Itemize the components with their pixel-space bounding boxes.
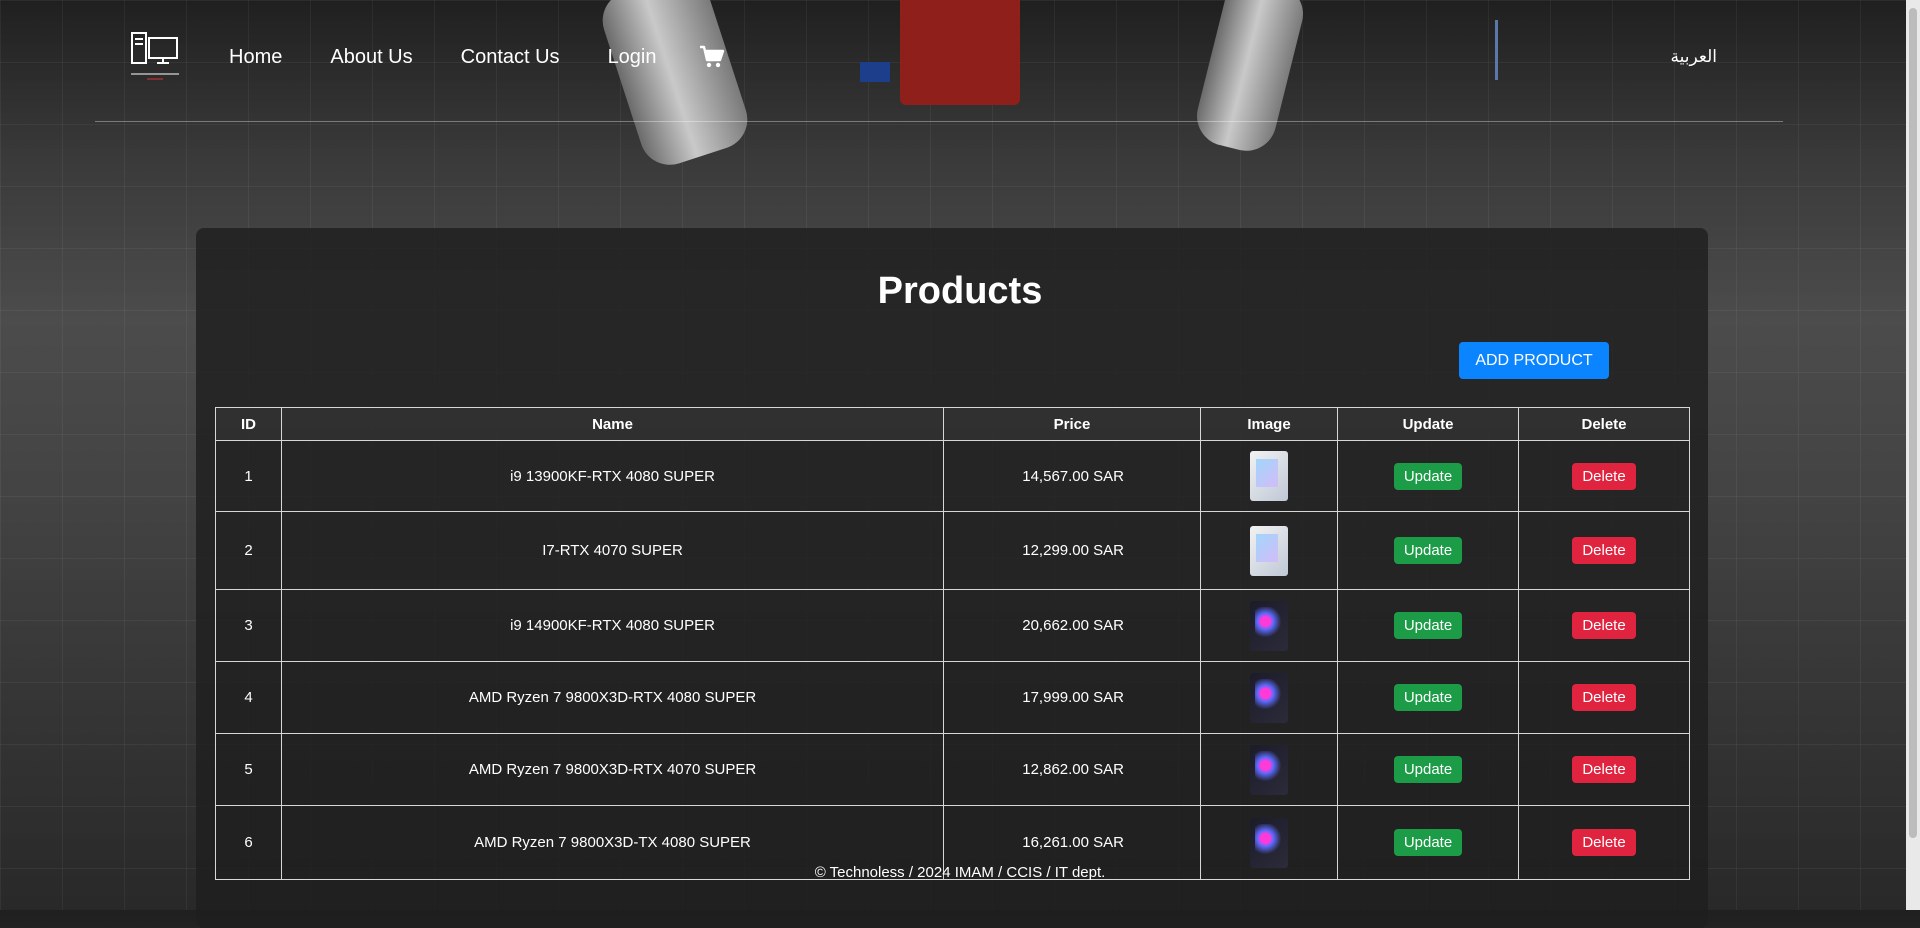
table-row: 2 I7-RTX 4070 SUPER 12,299.00 SAR Update…: [215, 511, 1690, 590]
header-delete: Delete: [1518, 407, 1690, 441]
cell-update: Update: [1337, 733, 1519, 806]
delete-button[interactable]: Delete: [1572, 462, 1636, 490]
main-nav: Home About Us Contact Us Login: [229, 46, 705, 69]
site-header: Home About Us Contact Us Login العربية: [95, 0, 1783, 122]
product-thumbnail[interactable]: [1250, 744, 1288, 795]
cell-name: i9 14900KF-RTX 4080 SUPER: [281, 589, 944, 662]
table-header-row: ID Name Price Image Update Delete: [215, 407, 1690, 441]
header-image: Image: [1200, 407, 1338, 441]
language-switch[interactable]: العربية: [1671, 47, 1717, 67]
update-button[interactable]: Update: [1393, 829, 1463, 856]
product-thumbnail[interactable]: [1250, 600, 1288, 651]
cell-id: 3: [215, 589, 282, 662]
table-row: 5 AMD Ryzen 7 9800X3D-RTX 4070 SUPER 12,…: [215, 733, 1690, 806]
cart-icon[interactable]: [699, 44, 725, 70]
page-scrollbar[interactable]: [1906, 0, 1920, 910]
computer-logo-icon: [131, 32, 179, 80]
add-product-button[interactable]: ADD PRODUCT: [1459, 342, 1609, 379]
cell-name: I7-RTX 4070 SUPER: [281, 511, 944, 590]
update-button[interactable]: Update: [1393, 462, 1463, 490]
cell-price: 12,862.00 SAR: [943, 733, 1201, 806]
cell-name: i9 13900KF-RTX 4080 SUPER: [281, 440, 944, 512]
cell-price: 14,567.00 SAR: [943, 440, 1201, 512]
product-thumbnail[interactable]: [1250, 525, 1288, 576]
cell-price: 17,999.00 SAR: [943, 661, 1201, 734]
header-name: Name: [281, 407, 944, 441]
delete-button[interactable]: Delete: [1572, 612, 1636, 639]
cell-price: 20,662.00 SAR: [943, 589, 1201, 662]
product-thumbnail[interactable]: [1250, 817, 1288, 868]
cell-image: [1200, 733, 1338, 806]
cell-image: [1200, 511, 1338, 590]
header-id: ID: [215, 407, 282, 441]
scrollbar-thumb[interactable]: [1909, 8, 1917, 838]
page-title: Products: [877, 270, 1043, 312]
cell-delete: Delete: [1518, 733, 1690, 806]
nav-about-us[interactable]: About Us: [330, 46, 412, 69]
update-button[interactable]: Update: [1393, 612, 1463, 639]
table-row: 3 i9 14900KF-RTX 4080 SUPER 20,662.00 SA…: [215, 589, 1690, 662]
delete-button[interactable]: Delete: [1572, 684, 1636, 711]
site-logo[interactable]: [129, 30, 181, 82]
product-thumbnail[interactable]: [1250, 672, 1288, 723]
cell-id: 5: [215, 733, 282, 806]
update-button[interactable]: Update: [1393, 756, 1463, 783]
cell-update: Update: [1337, 440, 1519, 512]
cell-id: 1: [215, 440, 282, 512]
cell-image: [1200, 589, 1338, 662]
table-row: 1 i9 13900KF-RTX 4080 SUPER 14,567.00 SA…: [215, 440, 1690, 512]
cell-delete: Delete: [1518, 589, 1690, 662]
product-thumbnail[interactable]: [1250, 451, 1288, 501]
nav-login[interactable]: Login: [608, 46, 657, 69]
cell-id: 4: [215, 661, 282, 734]
header-update: Update: [1337, 407, 1519, 441]
update-button[interactable]: Update: [1393, 684, 1463, 711]
cell-update: Update: [1337, 589, 1519, 662]
products-table: ID Name Price Image Update Delete 1 i9 1…: [215, 407, 1690, 880]
cell-update: Update: [1337, 661, 1519, 734]
header-price: Price: [943, 407, 1201, 441]
delete-button[interactable]: Delete: [1572, 537, 1636, 564]
nav-contact-us[interactable]: Contact Us: [461, 46, 560, 69]
nav-home[interactable]: Home: [229, 46, 282, 69]
cell-delete: Delete: [1518, 661, 1690, 734]
cell-delete: Delete: [1518, 511, 1690, 590]
cell-update: Update: [1337, 511, 1519, 590]
cell-name: AMD Ryzen 7 9800X3D-RTX 4070 SUPER: [281, 733, 944, 806]
update-button[interactable]: Update: [1393, 537, 1463, 564]
cell-image: [1200, 661, 1338, 734]
delete-button[interactable]: Delete: [1572, 829, 1636, 856]
cell-name: AMD Ryzen 7 9800X3D-RTX 4080 SUPER: [281, 661, 944, 734]
cell-price: 12,299.00 SAR: [943, 511, 1201, 590]
cell-delete: Delete: [1518, 440, 1690, 512]
cell-image: [1200, 440, 1338, 512]
site-footer: © Technoless / 2024 IMAM / CCIS / IT dep…: [814, 864, 1106, 881]
cell-id: 2: [215, 511, 282, 590]
table-row: 4 AMD Ryzen 7 9800X3D-RTX 4080 SUPER 17,…: [215, 661, 1690, 734]
delete-button[interactable]: Delete: [1572, 756, 1636, 783]
